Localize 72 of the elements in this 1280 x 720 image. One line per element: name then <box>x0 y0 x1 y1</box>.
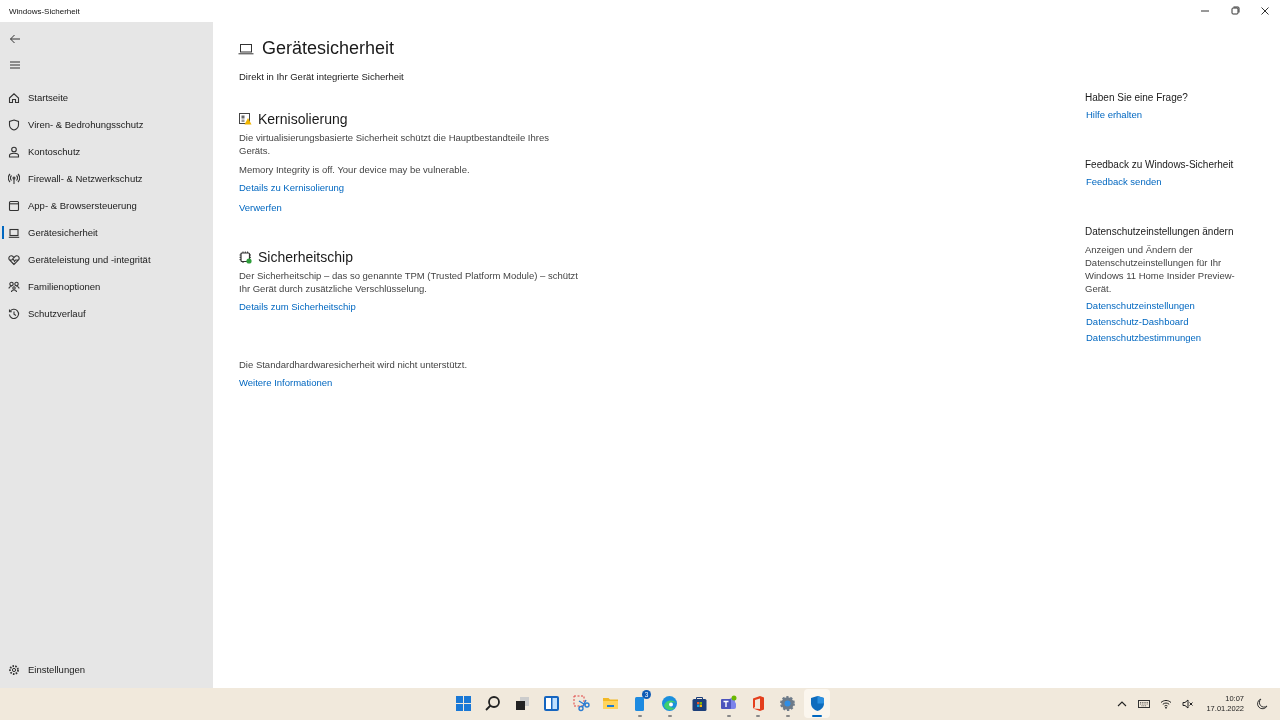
wifi-icon <box>1160 698 1173 710</box>
moon-icon <box>1256 698 1268 710</box>
page-title: Gerätesicherheit <box>262 38 395 59</box>
settings-icon <box>779 695 796 712</box>
laptop-icon <box>238 42 254 55</box>
aside-text: Anzeigen und Ändern der Datenschutzeinstellungen für Ihr Windows 11 Home Insider Preview-Gerät. <box>1085 243 1236 295</box>
sidebar-item[interactable]: Schutzverlauf <box>0 300 213 327</box>
teams-icon <box>720 695 737 712</box>
sidebar-item[interactable]: Firewall- & Netzwerkschutz <box>0 165 213 192</box>
running-indicator <box>726 715 731 717</box>
sidebar-item[interactable]: Viren- & Bedrohungsschutz <box>0 111 213 138</box>
settings-icon <box>8 663 20 676</box>
keyboard-icon <box>1138 698 1151 710</box>
laptop-icon <box>8 226 20 239</box>
person-icon <box>8 145 20 158</box>
close-icon <box>1260 6 1270 16</box>
antenna-icon <box>8 172 20 185</box>
running-indicator <box>756 715 760 717</box>
section-link[interactable]: Weitere Informationen <box>239 377 333 388</box>
start-icon <box>454 695 472 712</box>
section-link[interactable]: Details zum Sicherheitschip <box>239 301 356 312</box>
section-link[interactable]: Details zu Kernisolierung <box>239 182 345 193</box>
restore-icon <box>1230 6 1240 16</box>
speaker-muted-icon <box>1182 698 1195 710</box>
sidebar-item[interactable]: Familienoptionen <box>0 273 213 300</box>
sidebar-item[interactable]: Gerätesicherheit <box>0 219 213 246</box>
running-indicator <box>638 715 642 717</box>
aside-heading: Haben Sie eine Frage? <box>1085 92 1189 103</box>
settings-item[interactable]: Einstellungen <box>0 656 213 683</box>
aside-link[interactable]: Datenschutzbestimmungen <box>1086 332 1202 343</box>
running-indicator <box>785 715 790 717</box>
sidebar-item[interactable]: Geräteleistung und -integrität <box>0 246 213 273</box>
aside-link[interactable]: Hilfe erhalten <box>1086 109 1142 120</box>
family-icon <box>8 280 20 293</box>
page-subtitle: Direkt in Ihr Gerät integrierte Sicherheit <box>239 71 405 82</box>
edge-browser-icon <box>661 695 678 712</box>
folder-icon <box>602 695 619 712</box>
sidebar-item[interactable]: Kontoschutz <box>0 138 213 165</box>
window-title: Windows-Sicherheit <box>9 6 80 16</box>
scissors-icon <box>572 695 590 712</box>
heart-pulse-icon <box>8 253 20 266</box>
aside-link[interactable]: Feedback senden <box>1086 176 1162 187</box>
chip-check-icon <box>239 250 252 264</box>
sidebar-item[interactable]: App- & Browsersteuerung <box>0 192 213 219</box>
running-indicator <box>667 715 672 717</box>
section-title: Kernisolierung <box>258 111 348 127</box>
history-icon <box>8 307 20 320</box>
section-text: Die virtualisierungsbasierte Sicherheit schützt die Hauptbestandteile Ihres Geräts. <box>239 131 550 157</box>
aside-heading: Datenschutzeinstellungen ändern <box>1085 226 1235 237</box>
aside-link[interactable]: Datenschutzeinstellungen <box>1086 300 1195 311</box>
shield-icon <box>8 118 20 131</box>
app-window-icon <box>8 199 20 212</box>
aside-heading: Feedback zu Windows-Sicherheit <box>1085 159 1235 170</box>
core-isolation-warning-icon <box>239 113 252 125</box>
tray-button[interactable] <box>1136 698 1153 710</box>
home-icon <box>8 91 20 104</box>
store-bag-icon <box>690 695 708 712</box>
menu-icon <box>9 59 21 71</box>
task-view-icon <box>513 695 531 712</box>
security-shield-icon <box>808 695 826 712</box>
search-icon <box>484 695 501 712</box>
notifications-button[interactable] <box>1254 698 1270 710</box>
running-indicator <box>812 715 822 717</box>
back-arrow-icon <box>9 33 21 45</box>
widgets-icon <box>543 695 560 712</box>
aside-link[interactable]: Datenschutz-Dashboard <box>1086 316 1189 327</box>
section-text: Memory Integrity is off. Your device may be vulnerable. <box>239 163 471 176</box>
section-text: Die Standardhardwaresicherheit wird nicht unterstützt. <box>239 358 469 371</box>
section-link[interactable]: Verwerfen <box>239 202 282 213</box>
sidebar-item[interactable]: Startseite <box>0 84 213 111</box>
section-title: Sicherheitschip <box>258 249 353 265</box>
section-text: Der Sicherheitschip – das so genannte TPM (Trusted Platform Module) – schützt Ihr Gerät durch zusätzliche Verschlüsselung. <box>239 269 579 295</box>
